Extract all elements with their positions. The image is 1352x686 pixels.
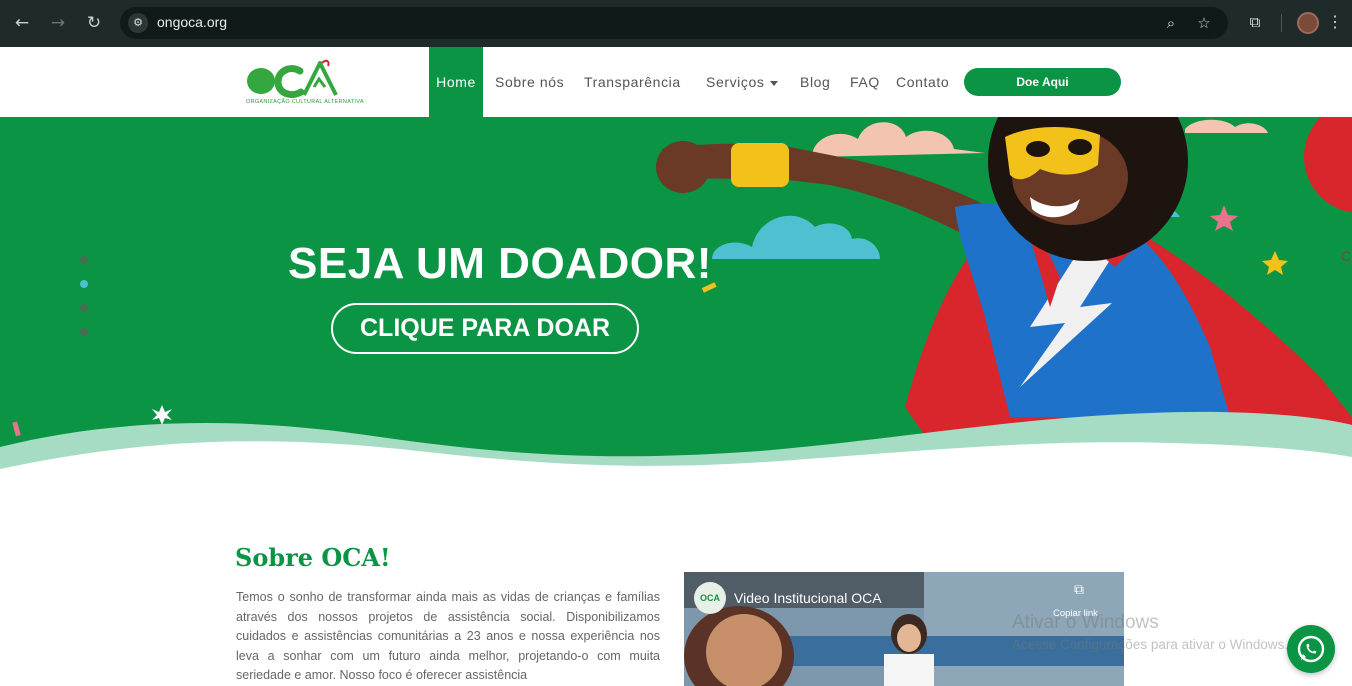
nav-servicos-label: Serviços (706, 74, 765, 90)
hero-title: SEJA UM DOADOR! (288, 239, 712, 288)
arrow-left-icon[interactable]: ← (10, 11, 34, 35)
nav-servicos[interactable]: Serviços (706, 47, 779, 117)
windows-activation-title: Ativar o Windows (1012, 612, 1159, 633)
arrow-right-icon[interactable]: → (46, 11, 70, 35)
side-edge-glyph: C (1341, 248, 1352, 264)
slider-dot[interactable] (80, 256, 88, 264)
nav-sobre-nos[interactable]: Sobre nós (495, 47, 564, 117)
zoom-icon[interactable]: ⌕ (1160, 12, 1182, 34)
oca-logo-mark (247, 59, 338, 99)
chevron-down-icon (770, 80, 779, 86)
slider-dot[interactable] (80, 304, 88, 312)
about-title: Sobre OCA! (235, 543, 391, 572)
toolbar-divider (1281, 14, 1282, 32)
star-icon[interactable]: ☆ (1193, 12, 1215, 34)
reload-icon[interactable]: ↻ (82, 11, 106, 35)
whatsapp-button[interactable] (1287, 625, 1335, 673)
windows-activation-subtitle: Acesse Configurações para ativar o Windo… (1012, 637, 1289, 652)
about-text: Temos o sonho de transformar ainda mais … (236, 590, 660, 682)
doe-aqui-button[interactable]: Doe Aqui (964, 68, 1121, 96)
browser-toolbar: ← → ↻ ⚙ ongoca.org ⌕ ☆ ⧉ ⋮ (0, 0, 1352, 47)
logo-tagline: ORGANIZAÇÃO CULTURAL ALTERNATIVA (246, 99, 364, 105)
whatsapp-icon (1297, 635, 1325, 663)
video-title[interactable]: Video Institucional OCA (734, 590, 882, 606)
puzzle-icon[interactable]: ⧉ (1244, 11, 1266, 33)
slider-dot-active[interactable] (80, 280, 88, 288)
nav-home[interactable]: Home (429, 47, 483, 117)
nav-contato[interactable]: Contato (896, 47, 949, 117)
hero-banner: SEJA UM DOADOR! CLIQUE PARA DOAR (0, 117, 1352, 477)
video-channel-logo[interactable]: OCA (694, 582, 726, 614)
nav-faq[interactable]: FAQ (850, 47, 880, 117)
kebab-icon[interactable]: ⋮ (1326, 11, 1344, 35)
tune-icon[interactable]: ⚙ (128, 13, 148, 33)
slider-dot[interactable] (80, 328, 88, 336)
copy-icon[interactable]: ⧉ (1072, 582, 1086, 598)
nav-blog[interactable]: Blog (800, 47, 830, 117)
address-bar[interactable]: ⚙ ongoca.org ⌕ ☆ (120, 7, 1228, 39)
clique-para-doar-button[interactable]: CLIQUE PARA DOAR (331, 303, 639, 354)
hero-illustration (0, 117, 1352, 477)
site-header: ORGANIZAÇÃO CULTURAL ALTERNATIVA Home So… (0, 47, 1352, 117)
oca-logo[interactable]: ORGANIZAÇÃO CULTURAL ALTERNATIVA (244, 57, 363, 109)
url-text[interactable]: ongoca.org (157, 14, 227, 30)
nav-transparencia[interactable]: Transparência (584, 47, 681, 117)
profile-avatar[interactable] (1297, 12, 1319, 34)
